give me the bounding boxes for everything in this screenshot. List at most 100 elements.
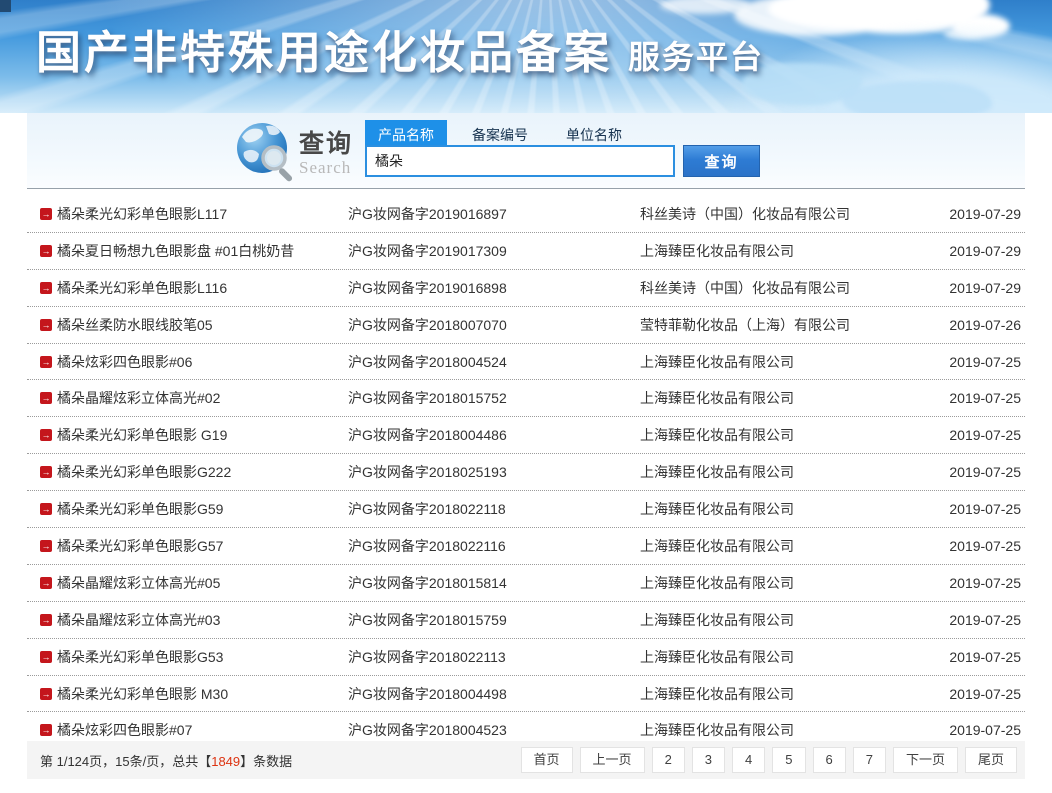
prev-page-button[interactable]: 上一页 — [580, 747, 645, 773]
product-name-cell: 橘朵炫彩四色眼影#06 — [57, 352, 348, 372]
detail-arrow-icon[interactable]: → — [40, 688, 52, 700]
product-name-cell: 橘朵柔光幻彩单色眼影 G19 — [57, 425, 348, 445]
page-title-sub: 服务平台 — [628, 32, 764, 78]
table-row[interactable]: → 橘朵晶耀炫彩立体高光#03 沪G妆网备字2018015759 上海臻臣化妆品… — [27, 602, 1025, 639]
filing-date-cell: 2019-07-25 — [937, 649, 1025, 665]
page-number-button[interactable]: 5 — [772, 747, 805, 773]
table-row[interactable]: → 橘朵炫彩四色眼影#06 沪G妆网备字2018004524 上海臻臣化妆品有限… — [27, 344, 1025, 381]
next-page-button[interactable]: 下一页 — [893, 747, 958, 773]
filing-number-cell: 沪G妆网备字2018004498 — [348, 684, 640, 704]
corner-decoration — [0, 0, 11, 12]
filing-number-cell: 沪G妆网备字2018007070 — [348, 315, 640, 335]
filing-date-cell: 2019-07-25 — [937, 575, 1025, 591]
table-row[interactable]: → 橘朵柔光幻彩单色眼影G222 沪G妆网备字2018025193 上海臻臣化妆… — [27, 454, 1025, 491]
product-name-cell: 橘朵丝柔防水眼线胶笔05 — [57, 315, 348, 335]
detail-arrow-icon[interactable]: → — [40, 614, 52, 626]
detail-arrow-icon[interactable]: → — [40, 577, 52, 589]
summary-prefix: 第 1/124页，15条/页，总共【 — [40, 754, 211, 769]
row-detail-icon-cell: → — [27, 356, 57, 368]
row-detail-icon-cell: → — [27, 651, 57, 663]
company-name-cell: 上海臻臣化妆品有限公司 — [640, 499, 937, 519]
product-name-cell: 橘朵晶耀炫彩立体高光#03 — [57, 610, 348, 630]
detail-arrow-icon[interactable]: → — [40, 651, 52, 663]
total-count: 1849 — [211, 754, 240, 769]
table-row[interactable]: → 橘朵柔光幻彩单色眼影L117 沪G妆网备字2019016897 科丝美诗（中… — [27, 196, 1025, 233]
table-row[interactable]: → 橘朵夏日畅想九色眼影盘 #01白桃奶昔 沪G妆网备字2019017309 上… — [27, 233, 1025, 270]
row-detail-icon-cell: → — [27, 392, 57, 404]
company-name-cell: 上海臻臣化妆品有限公司 — [640, 388, 937, 408]
page-number-buttons: 234567 — [652, 747, 886, 773]
company-name-cell: 上海臻臣化妆品有限公司 — [640, 610, 937, 630]
filing-number-cell: 沪G妆网备字2018022118 — [348, 499, 640, 519]
filing-number-cell: 沪G妆网备字2018004486 — [348, 425, 640, 445]
page-title: 国产非特殊用途化妆品备案 服务平台 — [36, 16, 764, 81]
filing-date-cell: 2019-07-25 — [937, 612, 1025, 628]
page-number-button[interactable]: 3 — [692, 747, 725, 773]
product-name-cell: 橘朵柔光幻彩单色眼影L116 — [57, 278, 348, 298]
detail-arrow-icon[interactable]: → — [40, 724, 52, 736]
table-row[interactable]: → 橘朵晶耀炫彩立体高光#05 沪G妆网备字2018015814 上海臻臣化妆品… — [27, 565, 1025, 602]
detail-arrow-icon[interactable]: → — [40, 245, 52, 257]
filing-date-cell: 2019-07-29 — [937, 243, 1025, 259]
table-row[interactable]: → 橘朵柔光幻彩单色眼影G53 沪G妆网备字2018022113 上海臻臣化妆品… — [27, 639, 1025, 676]
filing-number-cell: 沪G妆网备字2019017309 — [348, 241, 640, 261]
filing-number-cell: 沪G妆网备字2018004523 — [348, 720, 640, 740]
detail-arrow-icon[interactable]: → — [40, 208, 52, 220]
detail-arrow-icon[interactable]: → — [40, 319, 52, 331]
page-number-button[interactable]: 7 — [853, 747, 886, 773]
table-row[interactable]: → 橘朵柔光幻彩单色眼影G59 沪G妆网备字2018022118 上海臻臣化妆品… — [27, 491, 1025, 528]
company-name-cell: 莹特菲勒化妆品（上海）有限公司 — [640, 315, 937, 335]
filing-date-cell: 2019-07-25 — [937, 354, 1025, 370]
row-detail-icon-cell: → — [27, 577, 57, 589]
company-name-cell: 上海臻臣化妆品有限公司 — [640, 425, 937, 445]
detail-arrow-icon[interactable]: → — [40, 466, 52, 478]
company-name-cell: 上海臻臣化妆品有限公司 — [640, 536, 937, 556]
filing-date-cell: 2019-07-26 — [937, 317, 1025, 333]
product-name-cell: 橘朵柔光幻彩单色眼影G59 — [57, 499, 348, 519]
detail-arrow-icon[interactable]: → — [40, 282, 52, 294]
page-number-button[interactable]: 2 — [652, 747, 685, 773]
filing-date-cell: 2019-07-25 — [937, 390, 1025, 406]
detail-arrow-icon[interactable]: → — [40, 392, 52, 404]
last-page-button[interactable]: 尾页 — [965, 747, 1017, 773]
filing-date-cell: 2019-07-25 — [937, 538, 1025, 554]
detail-arrow-icon[interactable]: → — [40, 540, 52, 552]
row-detail-icon-cell: → — [27, 208, 57, 220]
summary-suffix: 】条数据 — [240, 754, 292, 769]
company-name-cell: 科丝美诗（中国）化妆品有限公司 — [640, 278, 937, 298]
table-row[interactable]: → 橘朵柔光幻彩单色眼影L116 沪G妆网备字2019016898 科丝美诗（中… — [27, 270, 1025, 307]
row-detail-icon-cell: → — [27, 319, 57, 331]
page-number-button[interactable]: 4 — [732, 747, 765, 773]
company-name-cell: 上海臻臣化妆品有限公司 — [640, 720, 937, 740]
product-name-cell: 橘朵夏日畅想九色眼影盘 #01白桃奶昔 — [57, 241, 348, 261]
company-name-cell: 上海臻臣化妆品有限公司 — [640, 684, 937, 704]
row-detail-icon-cell: → — [27, 466, 57, 478]
detail-arrow-icon[interactable]: → — [40, 429, 52, 441]
filing-date-cell: 2019-07-29 — [937, 280, 1025, 296]
globe-map-decoration — [842, 81, 992, 113]
company-name-cell: 上海臻臣化妆品有限公司 — [640, 573, 937, 593]
table-row[interactable]: → 橘朵晶耀炫彩立体高光#02 沪G妆网备字2018015752 上海臻臣化妆品… — [27, 380, 1025, 417]
filing-date-cell: 2019-07-29 — [937, 206, 1025, 222]
detail-arrow-icon[interactable]: → — [40, 503, 52, 515]
row-detail-icon-cell: → — [27, 540, 57, 552]
table-row[interactable]: → 橘朵柔光幻彩单色眼影 G19 沪G妆网备字2018004486 上海臻臣化妆… — [27, 417, 1025, 454]
filing-number-cell: 沪G妆网备字2018004524 — [348, 352, 640, 372]
filing-number-cell: 沪G妆网备字2018015759 — [348, 610, 640, 630]
table-row[interactable]: → 橘朵柔光幻彩单色眼影G57 沪G妆网备字2018022116 上海臻臣化妆品… — [27, 528, 1025, 565]
detail-arrow-icon[interactable]: → — [40, 356, 52, 368]
search-input[interactable] — [365, 145, 675, 177]
table-row[interactable]: → 橘朵柔光幻彩单色眼影 M30 沪G妆网备字2018004498 上海臻臣化妆… — [27, 676, 1025, 713]
page-number-button[interactable]: 6 — [813, 747, 846, 773]
filing-number-cell: 沪G妆网备字2019016898 — [348, 278, 640, 298]
filing-number-cell: 沪G妆网备字2018015752 — [348, 388, 640, 408]
company-name-cell: 上海臻臣化妆品有限公司 — [640, 352, 937, 372]
product-name-cell: 橘朵柔光幻彩单色眼影G57 — [57, 536, 348, 556]
first-page-button[interactable]: 首页 — [521, 747, 573, 773]
product-name-cell: 橘朵柔光幻彩单色眼影 M30 — [57, 684, 348, 704]
search-button[interactable]: 查询 — [683, 145, 760, 177]
product-name-cell: 橘朵晶耀炫彩立体高光#02 — [57, 388, 348, 408]
row-detail-icon-cell: → — [27, 429, 57, 441]
table-row[interactable]: → 橘朵丝柔防水眼线胶笔05 沪G妆网备字2018007070 莹特菲勒化妆品（… — [27, 307, 1025, 344]
product-name-cell: 橘朵柔光幻彩单色眼影G222 — [57, 462, 348, 482]
